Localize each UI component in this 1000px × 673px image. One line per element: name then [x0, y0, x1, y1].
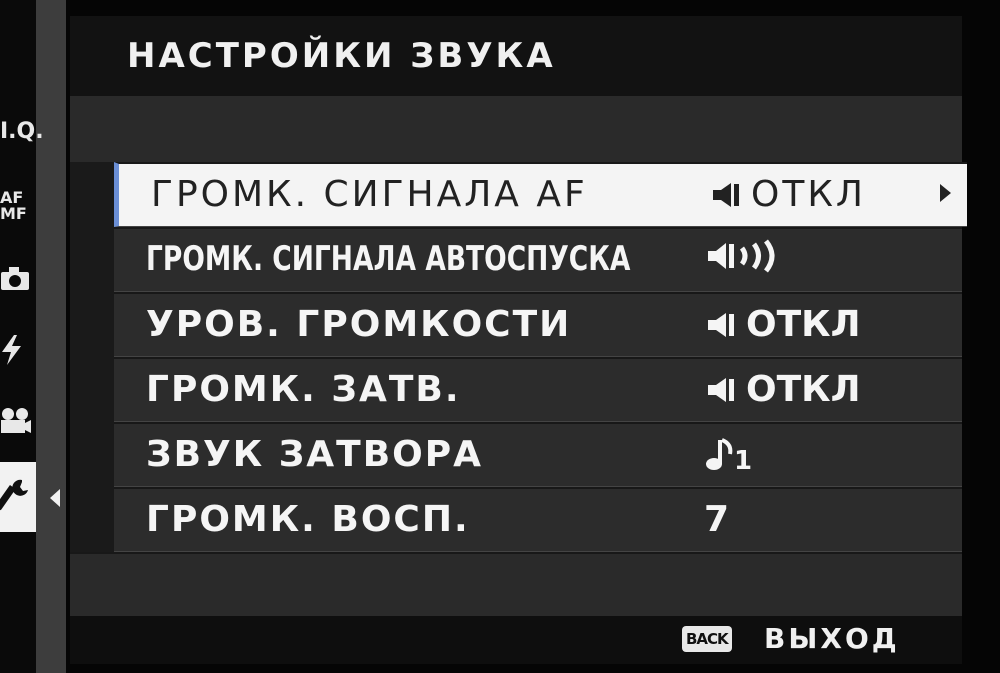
sidebar-item-label: I.Q. [0, 118, 44, 144]
menu-list: ГРОМК. СИГНАЛА AF ОТКЛ ГРОМК. СИГНАЛА АВ… [70, 162, 967, 616]
title-bar: НАСТРОЙКИ ЗВУКА [70, 16, 962, 96]
wrench-icon[interactable] [0, 462, 36, 532]
back-button-badge[interactable]: BACK [682, 626, 732, 652]
menu-item-shutter-volume[interactable]: ГРОМК. ЗАТВ. ОТКЛ [114, 357, 962, 422]
menu-item-value-text: 7 [704, 499, 730, 540]
speaker-icon [708, 377, 734, 402]
menu-item-volume-level[interactable]: УРОВ. ГРОМКОСТИ ОТКЛ [114, 292, 962, 357]
movie-glyph [1, 408, 31, 433]
speaker-icon [713, 182, 739, 207]
menu-item-label: ГРОМК. ВОСП. [146, 499, 470, 540]
menu-item-value: 7 [704, 499, 729, 540]
menu-item-af-beep-volume[interactable]: ГРОМК. СИГНАЛА AF ОТКЛ [114, 162, 967, 227]
movie-icon[interactable] [0, 393, 36, 449]
menu-item-value: ОТКЛ [709, 174, 866, 215]
chevron-right-icon[interactable] [940, 184, 951, 202]
menu-item-value-text: 1 [734, 446, 753, 476]
music-note-icon [706, 438, 733, 470]
menu-item-value: ОТКЛ [704, 369, 861, 410]
menu-item-value-text: ОТКЛ [751, 174, 866, 215]
page-title: НАСТРОЙКИ ЗВУКА [127, 36, 556, 76]
image-quality-icon[interactable]: I.Q. [0, 103, 44, 159]
sidebar-item-label: AF MF [0, 188, 27, 223]
menu-item-playback-volume[interactable]: ГРОМК. ВОСП. 7 [114, 487, 962, 552]
speaker-loud-icon [708, 239, 775, 273]
flash-glyph [2, 335, 21, 365]
menu-panel: НАСТРОЙКИ ЗВУКА ГРОМК. СИГНАЛА AF ОТКЛ Г… [70, 16, 967, 664]
menu-item-label: ЗВУК ЗАТВОРА [146, 434, 484, 475]
flash-icon[interactable] [0, 322, 36, 378]
camera-icon[interactable] [0, 250, 36, 306]
menu-item-label: УРОВ. ГРОМКОСТИ [146, 304, 572, 345]
menu-item-value [704, 239, 810, 273]
category-sidebar: I.Q. AF MF [0, 0, 66, 673]
empty-row [70, 552, 962, 616]
menu-item-label: ГРОМК. ЗАТВ. [146, 369, 461, 410]
menu-item-label: ГРОМК. СИГНАЛА AF [151, 174, 588, 215]
sidebar-pointer-arrow [50, 489, 60, 507]
menu-item-self-timer-beep[interactable]: ГРОМК. СИГНАЛА АВТОСПУСКА [114, 227, 962, 292]
menu-item-value-text: ОТКЛ [746, 304, 861, 345]
subheader-spacer [70, 96, 962, 162]
menu-item-value: 1 [704, 434, 752, 476]
menu-item-label: ГРОМК. СИГНАЛА АВТОСПУСКА [146, 239, 631, 279]
camera-menu-screen: I.Q. AF MF НАСТРОЙКИ ЗВУКА ГРОМК. СИГНАЛ… [0, 0, 1000, 673]
speaker-icon [708, 312, 734, 337]
menu-item-value-text: ОТКЛ [746, 369, 861, 410]
exit-label: ВЫХОД [764, 622, 900, 655]
menu-item-value: ОТКЛ [704, 304, 861, 345]
wrench-glyph [0, 479, 28, 511]
footer-bar: BACK ВЫХОД [70, 616, 962, 664]
af-mf-icon[interactable]: AF MF [0, 178, 36, 234]
sidebar-track [36, 0, 66, 673]
camera-glyph [1, 267, 29, 290]
menu-item-shutter-sound[interactable]: ЗВУК ЗАТВОРА 1 [114, 422, 962, 487]
